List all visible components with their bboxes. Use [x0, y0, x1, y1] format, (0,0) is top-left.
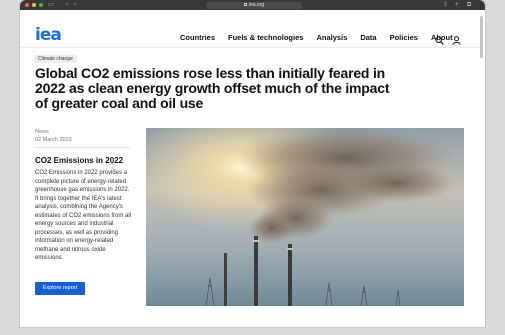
page-title: Global CO2 emissions rose less than init… [35, 65, 390, 111]
url-text: iea.org [248, 1, 265, 8]
forward-icon[interactable]: › [74, 1, 76, 9]
article-meta: News 02 March 2023 [35, 128, 72, 144]
nav-countries[interactable]: Countries [180, 33, 215, 42]
report-title: CO2 Emissions in 2022 [35, 156, 124, 165]
main-nav: Countries Fuels & technologies Analysis … [180, 33, 466, 42]
maximize-icon[interactable] [39, 3, 43, 7]
nav-fuels-technologies[interactable]: Fuels & technologies [228, 33, 303, 42]
back-icon[interactable]: ‹ [66, 1, 68, 9]
hero-image [146, 128, 464, 306]
article-date: 02 March 2023 [35, 137, 72, 143]
minimize-icon[interactable] [32, 3, 36, 7]
search-icon[interactable] [435, 32, 444, 45]
divider [35, 147, 130, 148]
browser-toolbar: ▭ ‹ › iea.org ⇧ + ⧉ [20, 0, 485, 10]
site-header: iea Countries Fuels & technologies Analy… [20, 10, 485, 48]
nav-data[interactable]: Data [360, 33, 376, 42]
user-icon[interactable] [452, 32, 461, 45]
header-actions [435, 32, 461, 45]
article-type: News [35, 129, 49, 135]
browser-window: ▭ ‹ › iea.org ⇧ + ⧉ iea Countries Fuels … [20, 0, 485, 327]
tabs-overview-icon[interactable]: ⧉ [467, 1, 471, 9]
scrollbar[interactable] [480, 16, 483, 58]
report-description: CO2 Emissions in 2022 provides a complet… [35, 170, 132, 261]
share-icon[interactable]: ⇧ [443, 1, 448, 9]
close-icon[interactable] [25, 3, 29, 7]
explore-report-button[interactable]: Explore report [35, 282, 85, 295]
sidebar-toggle-icon[interactable]: ▭ [48, 1, 54, 9]
nav-policies[interactable]: Policies [390, 33, 418, 42]
site-logo[interactable]: iea [35, 27, 62, 44]
new-tab-icon[interactable]: + [455, 1, 459, 9]
window-controls[interactable] [25, 3, 43, 7]
lock-icon [243, 2, 247, 6]
nav-analysis[interactable]: Analysis [316, 33, 347, 42]
address-bar[interactable]: iea.org [206, 1, 302, 9]
topic-tag[interactable]: Climate change [34, 55, 77, 63]
